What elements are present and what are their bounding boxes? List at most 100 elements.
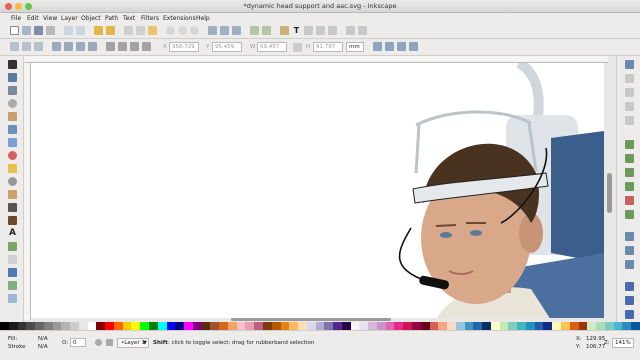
palette-swatch[interactable] [184,322,193,330]
unit-select[interactable]: mm [346,42,364,52]
menu-help[interactable]: Help [196,15,210,22]
spray-tool-icon[interactable] [8,242,17,251]
palette-swatch[interactable] [61,322,71,330]
align-distribute-icon[interactable] [328,26,337,35]
fill-stroke-icon[interactable] [280,26,289,35]
gradient-tool-icon[interactable] [8,281,17,290]
palette-swatch[interactable] [525,322,535,330]
palette-swatch[interactable] [350,322,360,330]
import-icon[interactable] [64,26,73,35]
palette-swatch[interactable] [517,322,526,330]
snap-paths-icon[interactable] [625,154,634,163]
palette-swatch[interactable] [298,322,307,330]
palette-swatch[interactable] [262,322,272,330]
ellipse-tool-icon[interactable] [8,151,17,160]
palette-swatch[interactable] [43,322,53,330]
palette-swatch[interactable] [394,322,404,330]
document-properties-icon[interactable] [346,26,355,35]
palette-swatch[interactable] [490,322,500,330]
palette-swatch[interactable] [201,322,211,330]
palette-swatch[interactable] [140,322,150,330]
clone-icon[interactable] [220,26,229,35]
tweak-tool-icon[interactable] [8,86,17,95]
palette-swatch[interactable] [157,322,167,330]
move-patterns-icon[interactable] [409,42,418,51]
palette-swatch[interactable] [438,322,448,330]
layer-chevron-down-icon[interactable]: ▼ [143,340,147,346]
palette-swatch[interactable] [604,322,614,330]
raise-top-icon[interactable] [142,42,151,51]
save-icon[interactable] [34,26,43,35]
palette-swatch[interactable] [552,322,561,330]
layers-icon[interactable] [304,26,313,35]
snap-centers-icon[interactable] [625,232,634,241]
palette-swatch[interactable] [561,322,570,330]
zoom-drawing-icon[interactable] [178,26,187,35]
snap-cusp-nodes-icon[interactable] [625,182,634,191]
palette-swatch[interactable] [411,322,421,330]
palette-swatch[interactable] [175,322,185,330]
palette-swatch[interactable] [631,322,640,330]
rotate-cw-icon[interactable] [64,42,73,51]
palette-swatch[interactable] [8,322,18,330]
select-all-icon[interactable] [10,42,19,51]
menu-edit[interactable]: Edit [27,15,39,22]
zoom-field[interactable]: 141% [612,338,634,348]
eraser-tool-icon[interactable] [8,255,17,264]
lower-bottom-icon[interactable] [106,42,115,51]
lock-icon[interactable] [106,339,113,346]
palette-swatch[interactable] [149,322,158,330]
palette-swatch[interactable] [113,322,123,330]
undo-icon[interactable] [94,26,103,35]
palette-swatch[interactable] [210,322,220,330]
y-field[interactable]: 95.459 [212,42,242,52]
3d-box-tool-icon[interactable] [8,138,17,147]
palette-swatch[interactable] [613,322,623,330]
star-tool-icon[interactable] [8,164,17,173]
palette-swatch[interactable] [0,322,9,330]
palette-swatch[interactable] [192,322,202,330]
snap-toggle-icon[interactable] [625,60,634,69]
palette-swatch[interactable] [87,322,97,330]
palette-swatch[interactable] [96,322,106,330]
menu-path[interactable]: Path [105,15,118,22]
zoom-page-icon[interactable] [190,26,199,35]
palette-swatch[interactable] [131,322,141,330]
snap-smooth-nodes-icon[interactable] [625,196,634,205]
pen-tool-icon[interactable] [8,203,17,212]
palette-swatch[interactable] [35,322,44,330]
palette-swatch[interactable] [280,322,290,330]
rectangle-tool-icon[interactable] [8,125,17,134]
opacity-field[interactable]: 0 [70,338,86,347]
palette-swatch[interactable] [271,322,281,330]
menu-file[interactable]: File [11,15,21,22]
copy-icon[interactable] [124,26,133,35]
print-icon[interactable] [46,26,55,35]
scale-corners-icon[interactable] [385,42,394,51]
measure-tool-icon[interactable] [8,112,17,121]
calligraphy-tool-icon[interactable] [8,216,17,225]
menu-filters[interactable]: Filters [141,15,159,22]
zoom-selection-icon[interactable] [166,26,175,35]
unlink-clone-icon[interactable] [232,26,241,35]
lower-icon[interactable] [118,42,127,51]
palette-swatch[interactable] [543,322,553,330]
snap-bbox-edge-icon[interactable] [625,88,634,97]
menu-extensions[interactable]: Extensions [163,15,196,22]
pencil-tool-icon[interactable] [8,190,17,199]
palette-swatch[interactable] [122,322,132,330]
palette-swatch[interactable] [324,322,334,330]
palette-swatch[interactable] [403,322,412,330]
snap-guides-icon[interactable] [625,310,634,319]
spiral-tool-icon[interactable] [8,177,17,186]
node-tool-icon[interactable] [8,73,17,82]
palette-swatch[interactable] [341,322,351,330]
paint-bucket-tool-icon[interactable] [8,268,17,277]
palette-swatch[interactable] [578,322,588,330]
palette-swatch[interactable] [166,322,176,330]
palette-swatch[interactable] [473,322,483,330]
lock-ratio-icon[interactable] [293,43,302,52]
snap-grid-icon[interactable] [625,296,634,305]
x-field[interactable]: 356.729 [169,42,199,52]
export-icon[interactable] [76,26,85,35]
